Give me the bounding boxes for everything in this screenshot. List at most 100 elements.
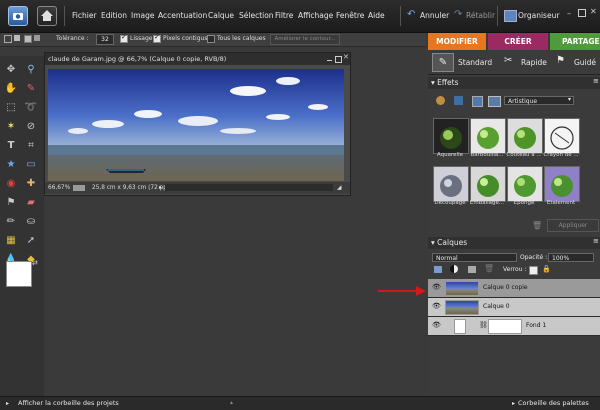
opacity-input[interactable]: 100% — [548, 253, 594, 262]
blend-mode-select[interactable]: Normal — [432, 253, 517, 262]
eraser-tool-icon[interactable]: ▰ — [24, 196, 38, 210]
doc-minimize-icon[interactable] — [327, 60, 332, 61]
contiguous-checkbox[interactable]: ✓ — [153, 33, 161, 43]
healing-brush-tool-icon[interactable]: ✚ — [24, 177, 38, 191]
zoom-tool-icon[interactable]: ⚲ — [24, 63, 38, 77]
lock-all-icon[interactable]: 🔒 — [542, 265, 551, 273]
doc-close-icon[interactable]: ✕ — [343, 53, 349, 61]
adjustment-layer-icon[interactable] — [450, 265, 458, 273]
eyedropper-tool-icon[interactable]: ✎ — [24, 82, 38, 96]
redo-button[interactable]: Rétablir — [466, 11, 495, 20]
photo-canvas[interactable] — [48, 69, 344, 181]
tab-modify[interactable]: MODIFIER — [428, 33, 486, 50]
quick-mode-icon[interactable]: ✂ — [504, 55, 512, 66]
menu-fichier[interactable]: Fichier — [72, 11, 97, 20]
all-effects-icon[interactable] — [488, 96, 501, 107]
organizer-button[interactable]: Organiseur — [518, 11, 559, 20]
layer-row[interactable]: 👁 ⛓ Fond 1 — [428, 317, 600, 336]
effect-thumb-eponge[interactable] — [507, 166, 543, 202]
redo-icon[interactable]: ↷ — [454, 9, 462, 20]
eye-icon[interactable]: 👁 — [432, 283, 441, 291]
panel-collapse-icon[interactable]: ▴ — [230, 399, 233, 406]
tolerance-input[interactable]: 32 — [96, 34, 114, 45]
clone-stamp-tool-icon[interactable]: ⚑ — [4, 196, 18, 210]
menu-selection[interactable]: Sélection — [239, 11, 274, 20]
guided-mode-icon[interactable]: ⚑ — [556, 55, 565, 66]
intersect-selection-icon[interactable] — [34, 35, 40, 41]
close-icon[interactable]: ✕ — [590, 7, 597, 16]
all-layers-checkbox[interactable] — [207, 35, 215, 43]
doc-maximize-icon[interactable] — [335, 56, 342, 63]
brush-tool-icon[interactable]: ✏ — [4, 215, 18, 229]
effect-thumb-couteau[interactable] — [507, 118, 543, 154]
menu-accentuation[interactable]: Accentuation — [158, 11, 207, 20]
filters-icon[interactable] — [436, 96, 445, 105]
subtract-selection-icon[interactable] — [24, 35, 32, 43]
effect-thumb-decoupage[interactable] — [433, 166, 469, 202]
effect-thumb-aquarelle[interactable] — [433, 118, 469, 154]
move-tool-icon[interactable]: ✥ — [4, 63, 18, 77]
layer-name[interactable]: Calque 0 copie — [483, 284, 528, 291]
selection-brush-tool-icon[interactable]: ⊘ — [24, 120, 38, 134]
add-selection-icon[interactable] — [14, 35, 20, 41]
organizer-icon[interactable] — [504, 10, 517, 22]
mode-guided[interactable]: Guidé — [574, 58, 596, 67]
eye-icon[interactable]: 👁 — [432, 321, 441, 329]
effect-thumb-crayon[interactable] — [544, 118, 580, 154]
layer-name[interactable]: Calque 0 — [483, 303, 510, 310]
cookie-cutter-tool-icon[interactable]: ★ — [4, 158, 18, 172]
foreground-color-swatch[interactable] — [6, 261, 32, 287]
smoothing-checkbox[interactable]: ✓ — [120, 33, 128, 43]
magic-wand-tool-icon[interactable]: ✶ — [4, 120, 18, 134]
eye-icon[interactable]: 👁 — [432, 302, 441, 310]
paint-bucket-tool-icon[interactable]: ⛀ — [24, 215, 38, 229]
delete-layer-icon[interactable]: 🗑 — [484, 264, 494, 273]
hand-tool-icon[interactable]: ✋ — [4, 82, 18, 96]
crop-tool-icon[interactable]: ⌗ — [24, 139, 38, 153]
camera-icon[interactable] — [8, 6, 28, 26]
effects-header[interactable]: ▾ Effets — [428, 77, 600, 89]
undo-button[interactable]: Annuler — [420, 11, 449, 20]
horizontal-scrollbar[interactable] — [165, 184, 333, 191]
menu-filtre[interactable]: Filtre — [275, 11, 293, 20]
gradient-tool-icon[interactable]: ▦ — [4, 234, 18, 248]
trash-icon[interactable]: 🗑 — [532, 221, 542, 230]
resize-grip-icon[interactable]: ◢ — [337, 182, 341, 194]
effects-category-select[interactable]: Artistique — [504, 96, 574, 105]
menu-affichage[interactable]: Affichage — [298, 11, 333, 20]
layer-name[interactable]: Fond 1 — [526, 322, 546, 329]
lasso-tool-icon[interactable]: ➰ — [24, 101, 38, 115]
menu-aide[interactable]: Aide — [368, 11, 385, 20]
menu-calque[interactable]: Calque — [208, 11, 234, 20]
swap-colors-icon[interactable]: ⇄ — [32, 259, 38, 267]
new-layer-icon[interactable] — [434, 266, 442, 273]
home-icon[interactable] — [37, 6, 57, 26]
tab-create[interactable]: CRÉER — [488, 33, 548, 50]
minimize-icon[interactable]: – — [567, 9, 571, 18]
menu-fenetre[interactable]: Fenêtre — [336, 11, 364, 20]
palette-bin-button[interactable]: Corbeille des palettes — [518, 399, 589, 407]
effect-thumb-barbouillage[interactable] — [470, 118, 506, 154]
layer-row[interactable]: 👁 Calque 0 — [428, 298, 600, 317]
layer-styles-icon[interactable] — [454, 96, 463, 105]
layer-row-selected[interactable]: 👁 Calque 0 copie — [428, 279, 600, 298]
maximize-icon[interactable] — [578, 9, 586, 17]
marquee-tool-icon[interactable]: ⬚ — [4, 101, 18, 115]
layers-header[interactable]: ▾ Calques — [428, 237, 600, 249]
chevron-down-icon[interactable]: ▾ — [568, 96, 571, 103]
lock-transparency-icon[interactable] — [529, 266, 538, 275]
mode-quick[interactable]: Rapide — [521, 58, 547, 67]
straighten-tool-icon[interactable]: ▭ — [24, 158, 38, 172]
palettes-toggle-icon[interactable]: ▸ — [512, 400, 515, 407]
mask-icon[interactable] — [468, 266, 476, 273]
show-project-bin-button[interactable]: Afficher la corbeille des projets — [18, 399, 119, 407]
photo-effects-icon[interactable] — [472, 96, 483, 107]
effect-thumb-etalement[interactable] — [544, 166, 580, 202]
undo-icon[interactable]: ↶ — [407, 9, 415, 20]
shape-tool-icon[interactable]: ➚ — [24, 234, 38, 248]
standard-mode-icon[interactable]: ✎ — [432, 53, 454, 72]
menu-edition[interactable]: Edition — [101, 11, 127, 20]
refine-edge-button[interactable]: Améliorer le contour... — [270, 34, 340, 45]
apply-button[interactable]: Appliquer — [547, 219, 599, 232]
layers-menu-icon[interactable]: ≡ — [593, 237, 599, 245]
